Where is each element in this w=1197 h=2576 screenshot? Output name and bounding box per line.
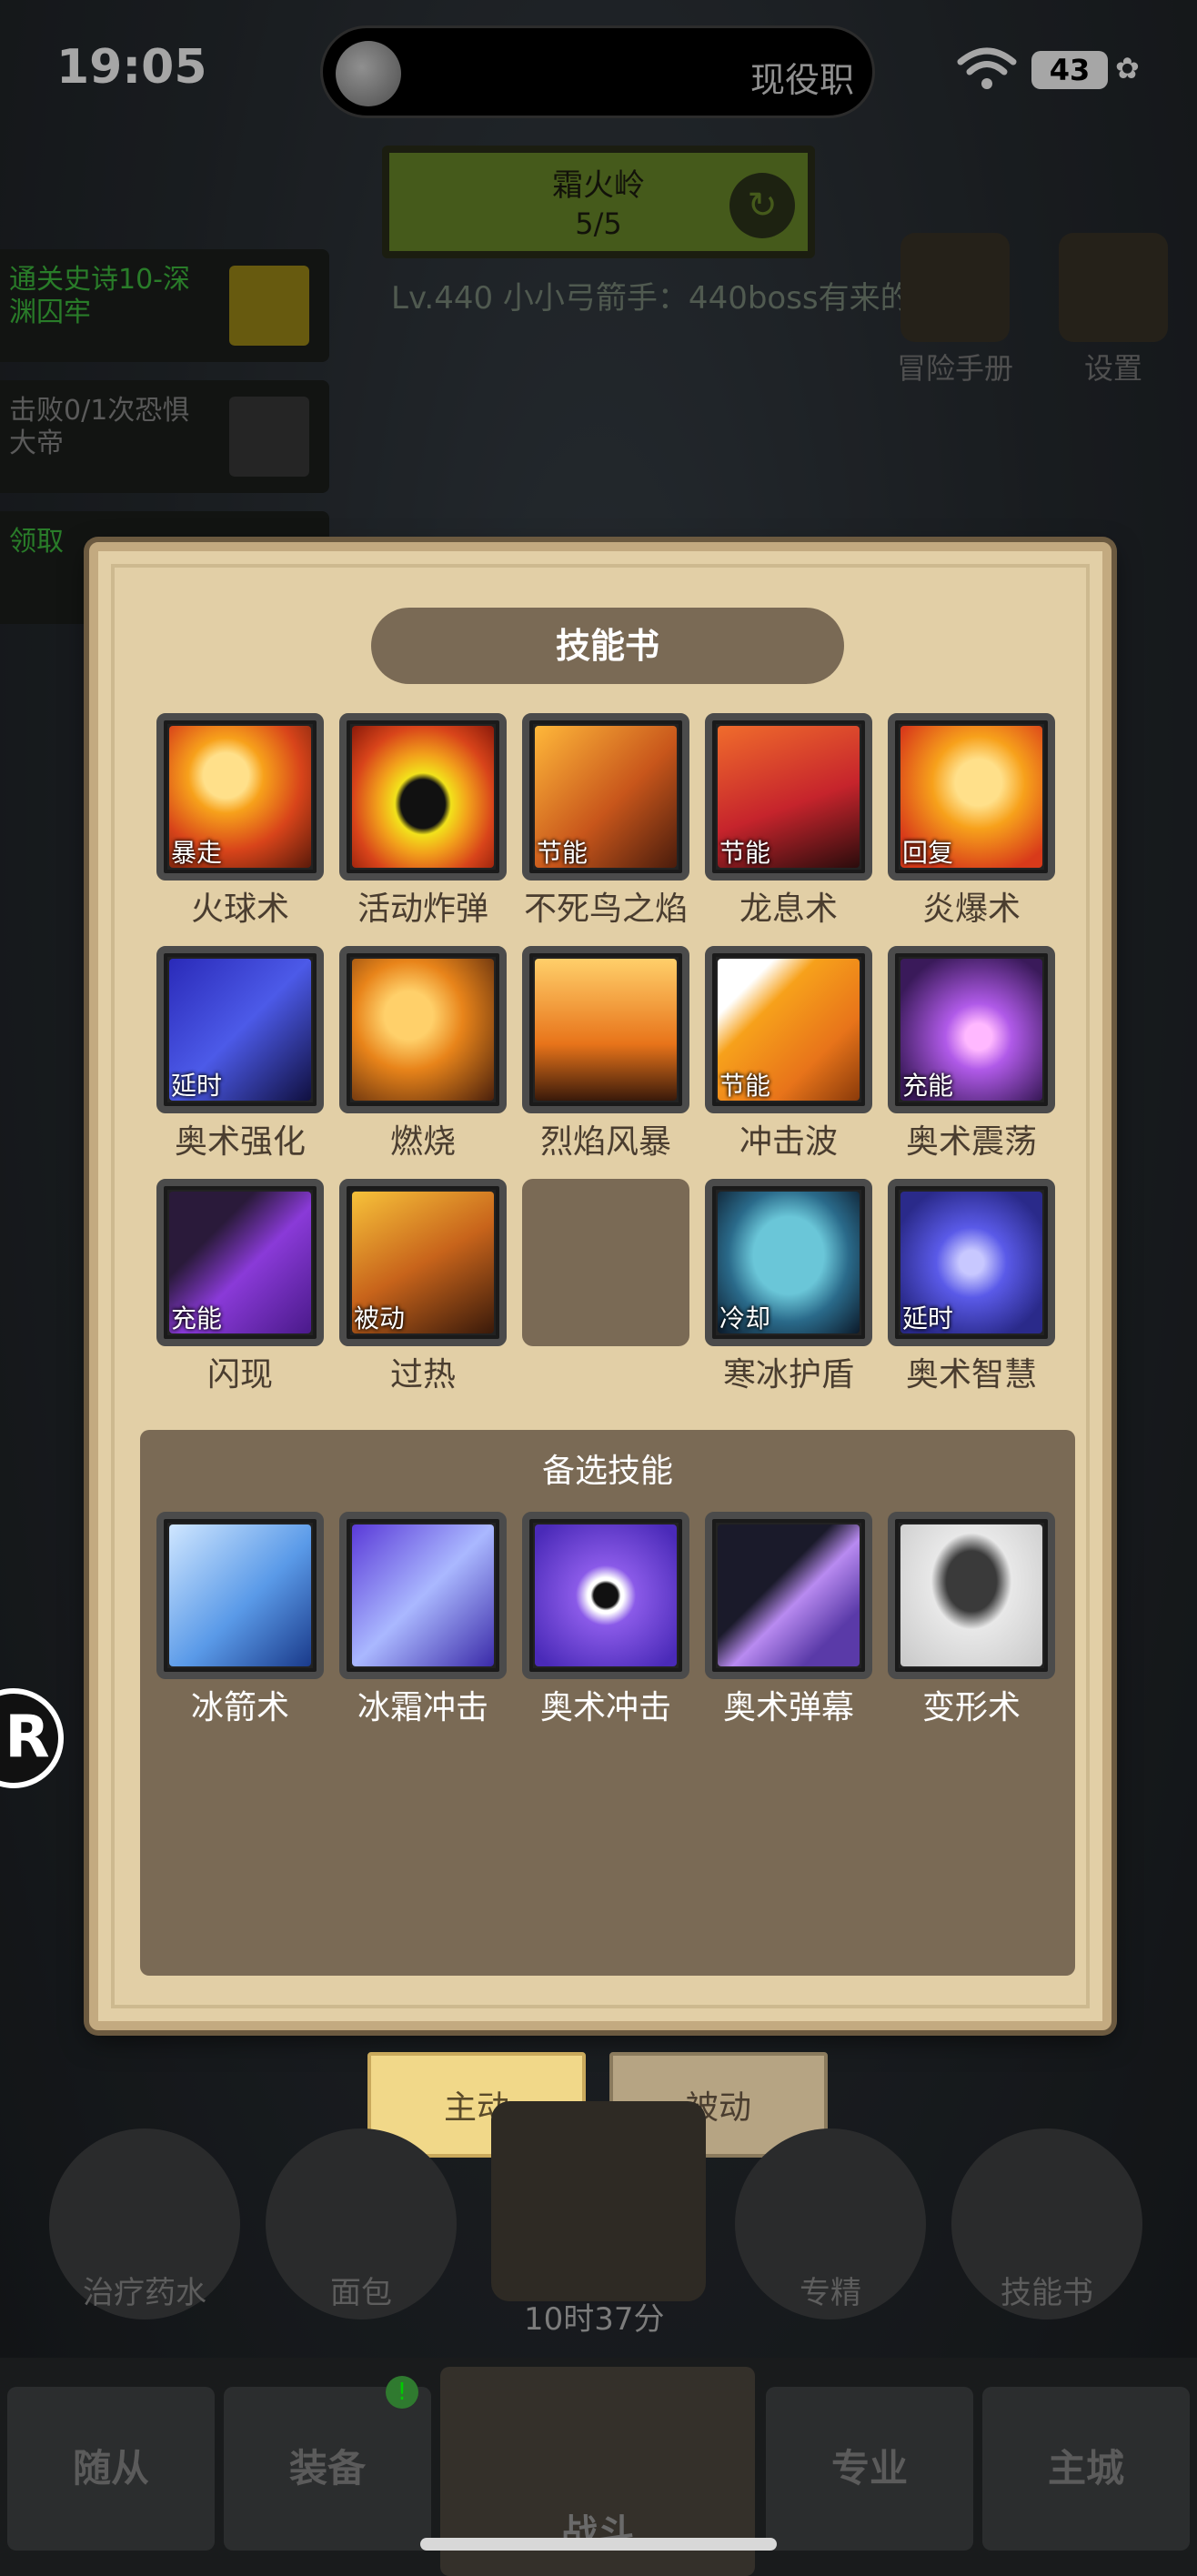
- skill-slot[interactable]: 暴走火球术: [156, 713, 324, 931]
- skill-name: 奥术冲击: [539, 1689, 671, 1726]
- nav-followers[interactable]: 随从: [7, 2387, 215, 2551]
- frost-shock-icon: [339, 1512, 507, 1679]
- skill-name: 龙息术: [739, 891, 838, 928]
- arcane-barrage-icon: [705, 1512, 872, 1679]
- fireball-icon: 暴走: [156, 713, 324, 880]
- skill-tag: 冷却: [719, 1303, 771, 1333]
- skill-slot[interactable]: 燃烧: [339, 946, 507, 1164]
- chest-icon[interactable]: [491, 2101, 706, 2301]
- arcane-shock-icon: 充能: [888, 946, 1055, 1113]
- nav-city[interactable]: 主城: [982, 2387, 1190, 2551]
- skill-art: [718, 1524, 860, 1666]
- notification-badge: !: [386, 2376, 418, 2409]
- specialize-label: 专精: [800, 2275, 861, 2311]
- skill-name: 活动炸弹: [357, 891, 488, 928]
- skill-tag: 节能: [719, 1071, 771, 1101]
- empty-slot-placeholder: [522, 1179, 689, 1346]
- skill-tag: 节能: [537, 838, 588, 868]
- reserve-skills-box: 备选技能 冰箭术 冰霜冲击 奥术冲击 奥术弹幕 变形术: [140, 1430, 1075, 1976]
- skill-name: 燃烧: [389, 1123, 456, 1161]
- phoenix-icon: 节能: [522, 713, 689, 880]
- overheat-icon: 被动: [339, 1179, 507, 1346]
- arcane-power-icon: 延时: [156, 946, 324, 1113]
- skill-book-panel: 技能书 暴走 火球术 活动炸弹 节能 不死鸟之焰 节能 龙息术 回复 炎爆术 延时 奥术强化 燃烧 烈焰…: [89, 542, 1112, 2030]
- skill-tag: 节能: [719, 838, 771, 868]
- skill-slot[interactable]: 变形术: [888, 1512, 1055, 1730]
- flamestrike-icon: [522, 946, 689, 1113]
- skill-name: 冰箭术: [190, 1689, 289, 1726]
- skill-name: 奥术震荡: [905, 1123, 1037, 1161]
- skill-name: 过热: [389, 1356, 456, 1394]
- skill-name: 奥术智慧: [905, 1356, 1037, 1394]
- bread-slot[interactable]: 面包: [266, 2128, 457, 2319]
- skill-name: 冲击波: [739, 1123, 838, 1161]
- skillbook-label: 技能书: [1001, 2275, 1093, 2311]
- skill-slot[interactable]: 烈焰风暴: [522, 946, 689, 1164]
- skill-name: 奥术弹幕: [722, 1689, 854, 1726]
- skill-slot[interactable]: 冰箭术: [156, 1512, 324, 1730]
- reserve-title: 备选技能: [541, 1453, 673, 1490]
- pyroblast-icon: 回复: [888, 713, 1055, 880]
- skill-slot[interactable]: 延时 奥术智慧: [888, 1179, 1055, 1397]
- skill-slot[interactable]: 节能冲击波: [705, 946, 872, 1164]
- skill-slot[interactable]: 节能不死鸟之焰: [522, 713, 689, 931]
- skill-art: [535, 1524, 677, 1666]
- skill-slot[interactable]: 冰霜冲击: [339, 1512, 507, 1730]
- specialize-slot[interactable]: 专精: [735, 2128, 926, 2319]
- skill-slot[interactable]: 充能 奥术震荡: [888, 946, 1055, 1164]
- skill-tag: 回复: [902, 838, 954, 868]
- skill-art: [535, 959, 677, 1101]
- skill-name: 奥术强化: [174, 1123, 306, 1161]
- blink-icon: 充能: [156, 1179, 324, 1346]
- skill-slot[interactable]: 回复炎爆术: [888, 713, 1055, 931]
- home-indicator[interactable]: [420, 2538, 777, 2551]
- skill-name: 冰霜冲击: [357, 1689, 488, 1726]
- skill-tag: 延时: [902, 1303, 954, 1333]
- skill-name: 寒冰护盾: [722, 1356, 854, 1394]
- skill-name: 变形术: [921, 1689, 1021, 1726]
- skill-name: 炎爆术: [921, 891, 1021, 928]
- skill-slot[interactable]: 节能龙息术: [705, 713, 872, 931]
- blast-wave-icon: 节能: [705, 946, 872, 1113]
- skill-tag: 暴走: [171, 838, 223, 868]
- nav-profession[interactable]: 专业: [766, 2387, 973, 2551]
- skill-name: 火球术: [190, 891, 289, 928]
- frostbolt-icon: [156, 1512, 324, 1679]
- ice-shield-icon: 冷却: [705, 1179, 872, 1346]
- living-bomb-icon: [339, 713, 507, 880]
- skill-tag: 被动: [354, 1303, 406, 1333]
- skill-slot[interactable]: 充能闪现: [156, 1179, 324, 1397]
- skill-art: [900, 1524, 1042, 1666]
- skillbook-slot[interactable]: 技能书: [951, 2128, 1142, 2319]
- skill-tag: 充能: [902, 1071, 954, 1101]
- skill-tag: 延时: [171, 1071, 223, 1101]
- skill-name: 闪现: [206, 1356, 273, 1394]
- arcane-intellect-icon: 延时: [888, 1179, 1055, 1346]
- potion-slot[interactable]: 治疗药水: [49, 2128, 240, 2319]
- arcane-blast-icon: [522, 1512, 689, 1679]
- skill-slot[interactable]: 被动过热: [339, 1179, 507, 1397]
- chest-timer: 10时37分: [524, 2301, 665, 2338]
- skill-name: 烈焰风暴: [539, 1123, 671, 1161]
- skill-name: 不死鸟之焰: [523, 891, 688, 928]
- polymorph-icon: [888, 1512, 1055, 1679]
- bread-label: 面包: [330, 2275, 392, 2311]
- empty-skill-slot[interactable]: [522, 1179, 689, 1397]
- skill-slot[interactable]: 奥术冲击: [522, 1512, 689, 1730]
- skill-slot[interactable]: 冷却 寒冰护盾: [705, 1179, 872, 1397]
- skill-art: [169, 1524, 311, 1666]
- skill-slot[interactable]: 奥术弹幕: [705, 1512, 872, 1730]
- panel-title: 技能书: [371, 608, 844, 684]
- skill-slot[interactable]: 延时 奥术强化: [156, 946, 324, 1164]
- nav-equipment[interactable]: 装备: [224, 2387, 431, 2551]
- combustion-icon: [339, 946, 507, 1113]
- skill-slot[interactable]: 活动炸弹: [339, 713, 507, 931]
- potion-label: 治疗药水: [83, 2275, 206, 2311]
- skill-art: [352, 726, 494, 868]
- skill-art: [352, 959, 494, 1101]
- skill-tag: 充能: [171, 1303, 223, 1333]
- dragon-breath-icon: 节能: [705, 713, 872, 880]
- skill-art: [352, 1524, 494, 1666]
